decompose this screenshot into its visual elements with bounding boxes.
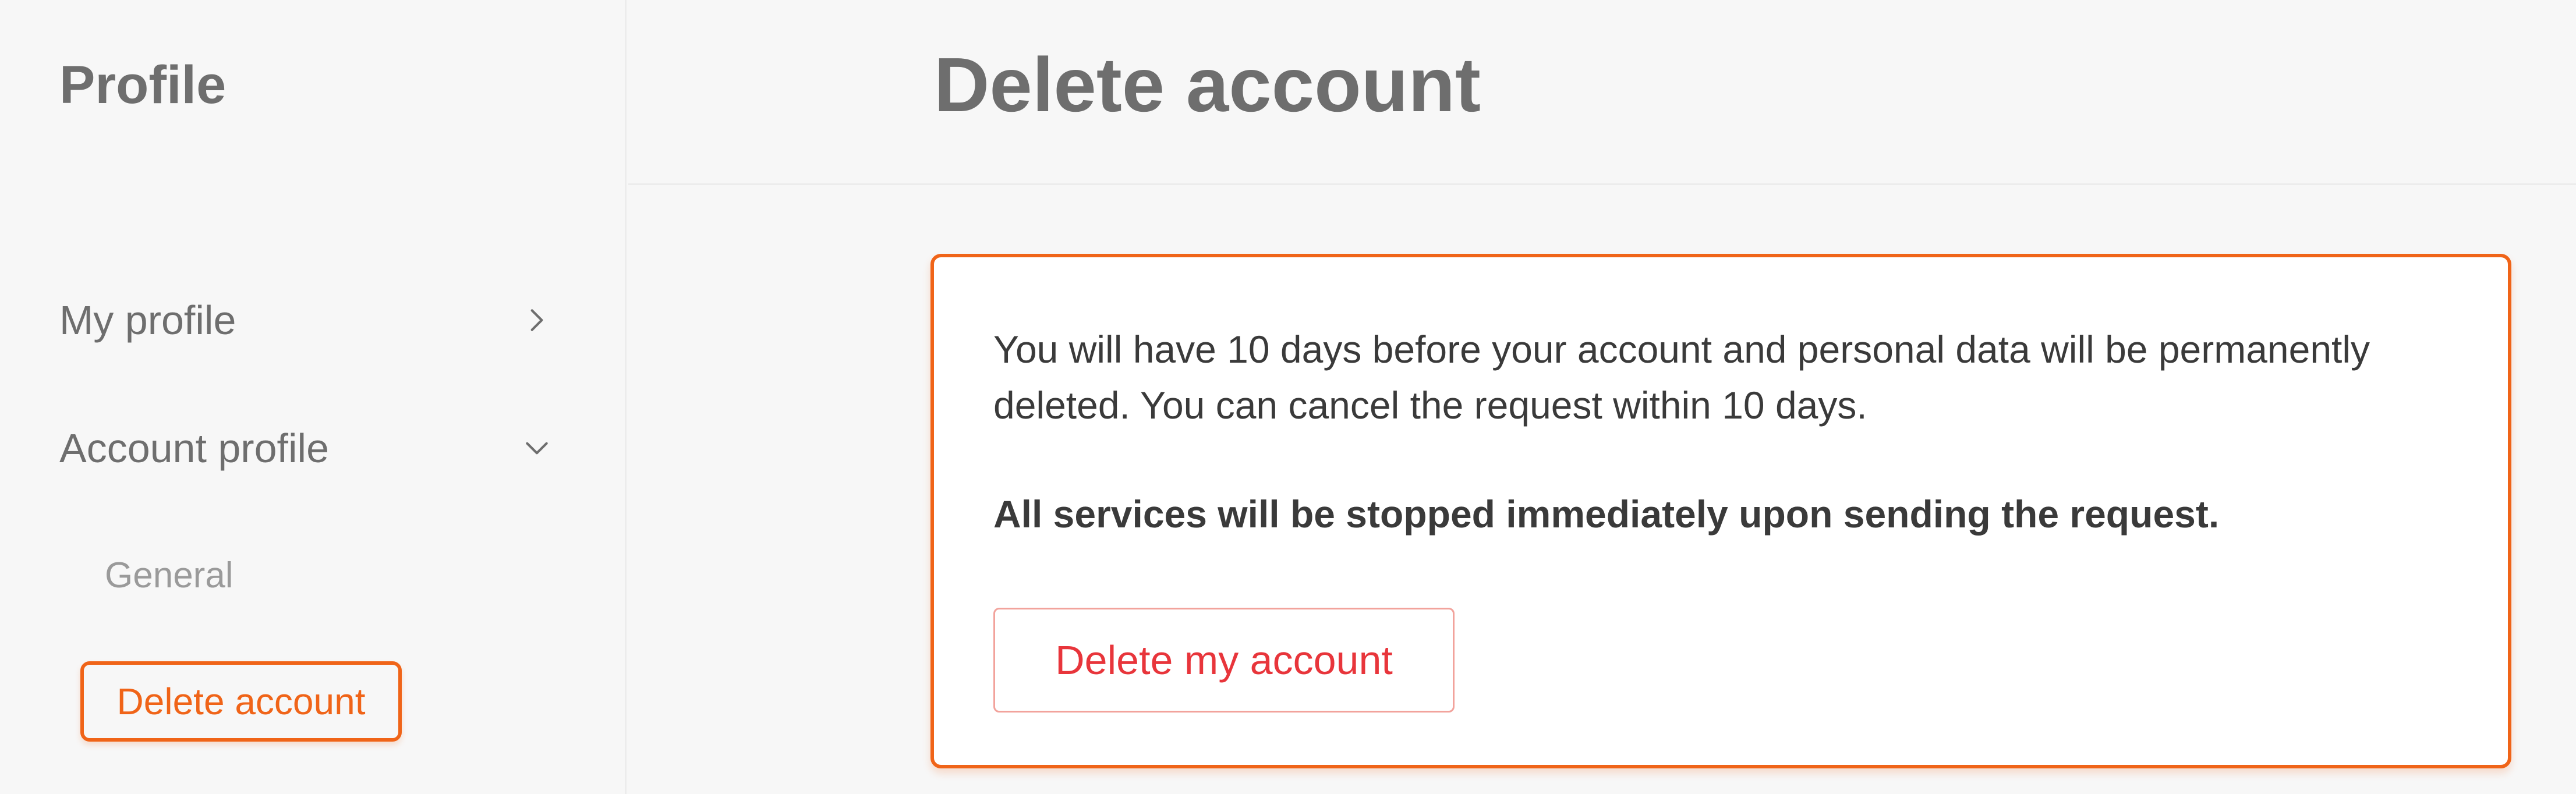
sidebar: Profile My profile Account profile Gener…: [0, 0, 627, 794]
sidebar-subitem-general[interactable]: General: [105, 555, 233, 596]
page: Profile My profile Account profile Gener…: [0, 0, 2576, 794]
chevron-down-icon: [519, 431, 554, 466]
sidebar-item-account-profile[interactable]: Account profile: [59, 422, 554, 474]
sidebar-item-label: Account profile: [59, 426, 330, 471]
page-title: Delete account: [934, 42, 1481, 127]
sidebar-item-label: My profile: [59, 297, 236, 343]
delete-my-account-button[interactable]: Delete my account: [993, 608, 1455, 713]
delete-account-card: You will have 10 days before your accoun…: [930, 254, 2511, 768]
sidebar-item-my-profile[interactable]: My profile: [59, 294, 554, 346]
header: Delete account: [628, 0, 2576, 185]
sidebar-subitem-delete-account[interactable]: Delete account: [80, 661, 402, 742]
deletion-info-text: You will have 10 days before your accoun…: [993, 328, 2370, 427]
sidebar-title: Profile: [59, 55, 227, 115]
services-warning-text: All services will be stopped immediately…: [993, 492, 2220, 536]
chevron-right-icon: [519, 303, 554, 338]
